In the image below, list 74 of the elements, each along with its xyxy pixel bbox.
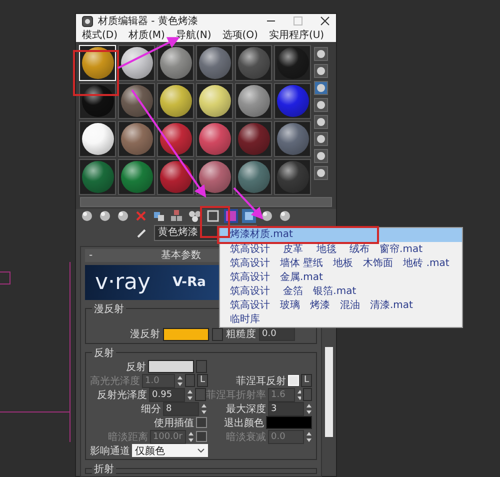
eyedropper-icon[interactable] <box>136 227 148 239</box>
horizontal-scrollbar[interactable] <box>80 197 332 207</box>
collapse-toggle[interactable]: - <box>89 249 93 262</box>
lock-button[interactable]: L <box>300 374 312 387</box>
sample-tool-icon[interactable] <box>314 47 328 61</box>
group-title: 折射 <box>92 462 116 476</box>
cubes-icon[interactable] <box>170 209 184 223</box>
spinner-arrows-icon[interactable] <box>188 430 194 442</box>
field-label: 反射 <box>126 360 146 374</box>
sphere-icon[interactable] <box>80 209 94 223</box>
spinner-arrows-icon[interactable] <box>187 388 193 400</box>
spinner-arrows-icon[interactable] <box>177 374 183 386</box>
app-icon <box>82 16 93 26</box>
number-field[interactable]: 8 <box>162 402 199 416</box>
annotation-arrow <box>233 187 264 220</box>
vertical-scrollbar[interactable] <box>325 347 333 437</box>
menu-item[interactable]: 选项(O) <box>222 28 258 42</box>
sample-tool-icon[interactable] <box>314 166 328 180</box>
number-field[interactable]: 0.95 <box>149 388 185 402</box>
spinner-arrows-icon[interactable] <box>306 402 312 414</box>
rollout-title: 基本参数 <box>161 249 201 262</box>
field-label: 菲涅耳折射率 <box>206 388 266 402</box>
field-label: 暗淡距离 <box>108 430 148 444</box>
sphere-icon[interactable] <box>116 209 130 223</box>
spheres-icon[interactable] <box>188 209 202 223</box>
chevron-icon <box>197 448 205 453</box>
banner-title: V-Ra <box>172 275 206 290</box>
sphere-icon[interactable] <box>278 209 292 223</box>
sample-tool-icon[interactable] <box>314 98 328 112</box>
field-label: 粗糙度 <box>226 328 256 341</box>
color-swatch[interactable] <box>163 328 209 340</box>
number-field[interactable]: 3 <box>268 402 304 416</box>
group-title: 漫反射 <box>92 302 126 316</box>
spinner-arrows-icon[interactable] <box>306 430 312 442</box>
menu-item[interactable]: 模式(D) <box>82 28 118 42</box>
field-label: 退出颜色 <box>224 416 264 430</box>
field-label: 漫反射 <box>130 328 160 341</box>
menu-item[interactable]: 筑高设计 玻璃 烤漆 混油 清漆.mat <box>220 299 462 313</box>
sphere-icon[interactable] <box>98 209 112 223</box>
field-label: 高光光泽度 <box>90 374 140 388</box>
checkbox[interactable] <box>196 417 207 428</box>
field-label: 反射光泽度 <box>97 388 147 402</box>
sample-tool-icon[interactable] <box>314 64 328 78</box>
field-label: 最大深度 <box>226 402 266 416</box>
menu-item[interactable]: 筑高设计 金箔 银箔.mat <box>220 285 462 299</box>
menu-item[interactable]: 临时库 <box>220 313 462 327</box>
window-title: 材质编辑器 - 黄色烤漆 <box>98 14 199 28</box>
field-label: 菲涅耳反射 <box>236 374 286 388</box>
field-label: 细分 <box>140 402 161 416</box>
number-field[interactable]: 0.0 <box>259 327 295 341</box>
menu-item[interactable]: 筑高设计 金属.mat <box>220 271 462 285</box>
sample-tool-icon[interactable] <box>314 149 328 163</box>
dropdown[interactable]: 仅颜色 <box>132 444 208 457</box>
spinner-arrows-icon[interactable] <box>297 388 302 400</box>
field-label: 影响通道 <box>90 444 130 458</box>
highlight-frame <box>73 50 119 96</box>
menu-item[interactable]: 实用程序(U) <box>268 28 324 42</box>
menu-item[interactable]: 导航(N) <box>176 28 212 42</box>
field-label: 使用插值 <box>154 416 194 430</box>
field-label: 暗淡衰减 <box>226 430 266 444</box>
close-icon[interactable] <box>320 16 330 26</box>
menu-item[interactable]: 材质(M) <box>128 28 165 42</box>
vray-logo: v·ray <box>95 270 151 295</box>
sample-tool-icon[interactable] <box>314 115 328 129</box>
color-swatch[interactable] <box>266 416 312 429</box>
sphere-icon[interactable] <box>260 209 274 223</box>
color-swatch[interactable] <box>148 360 194 373</box>
cube-icon[interactable] <box>152 209 166 223</box>
sample-tool-icon[interactable] <box>314 132 328 146</box>
sample-tool-icon[interactable] <box>314 81 328 95</box>
group-title: 反射 <box>92 346 116 360</box>
spinner-arrows-icon[interactable] <box>200 402 207 414</box>
menu-item[interactable]: 烤漆材质.mat <box>220 228 462 242</box>
square-icon[interactable] <box>206 209 220 223</box>
